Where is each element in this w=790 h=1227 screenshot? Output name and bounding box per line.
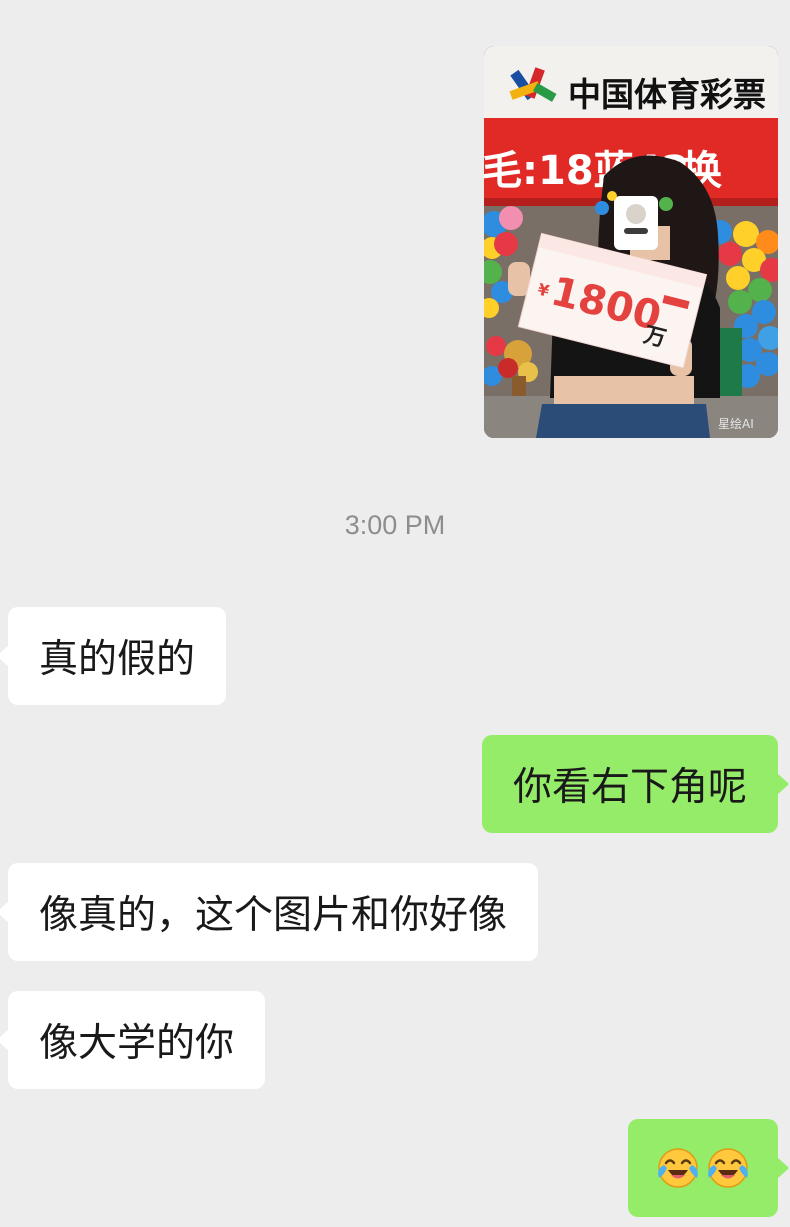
incoming-message-bubble[interactable]: 像大学的你 [0,991,266,1089]
face-with-tears-of-joy-icon [658,1148,698,1188]
message-timestamp: 3:00 PM [344,510,446,540]
lottery-photo: 中国体育彩票 毛:18蓝42 换 ¥ 1800 万 星绘AI [484,46,778,438]
outgoing-emoji-bubble[interactable] [628,1119,789,1217]
message-text: 真的假的 [39,637,196,682]
incoming-message-bubble[interactable]: 像真的，这个图片和你好像 [0,863,539,961]
chat-area[interactable]: 中国体育彩票 毛:18蓝42 换 ¥ 1800 万 星绘AI 3:00 PM 真… [0,0,790,1227]
image-message[interactable]: 中国体育彩票 毛:18蓝42 换 ¥ 1800 万 星绘AI [484,46,778,438]
watermark-text: 星绘AI [718,416,754,431]
message-text: 你看右下角呢 [512,765,747,810]
message-text: 像真的，这个图片和你好像 [39,893,508,938]
shop-sign-text: 中国体育彩票 [568,75,766,114]
outgoing-message-bubble[interactable]: 你看右下角呢 [481,735,790,833]
message-text: 像大学的你 [39,1021,235,1066]
incoming-message-bubble[interactable]: 真的假的 [0,607,227,705]
face-with-tears-of-joy-icon [708,1148,748,1188]
